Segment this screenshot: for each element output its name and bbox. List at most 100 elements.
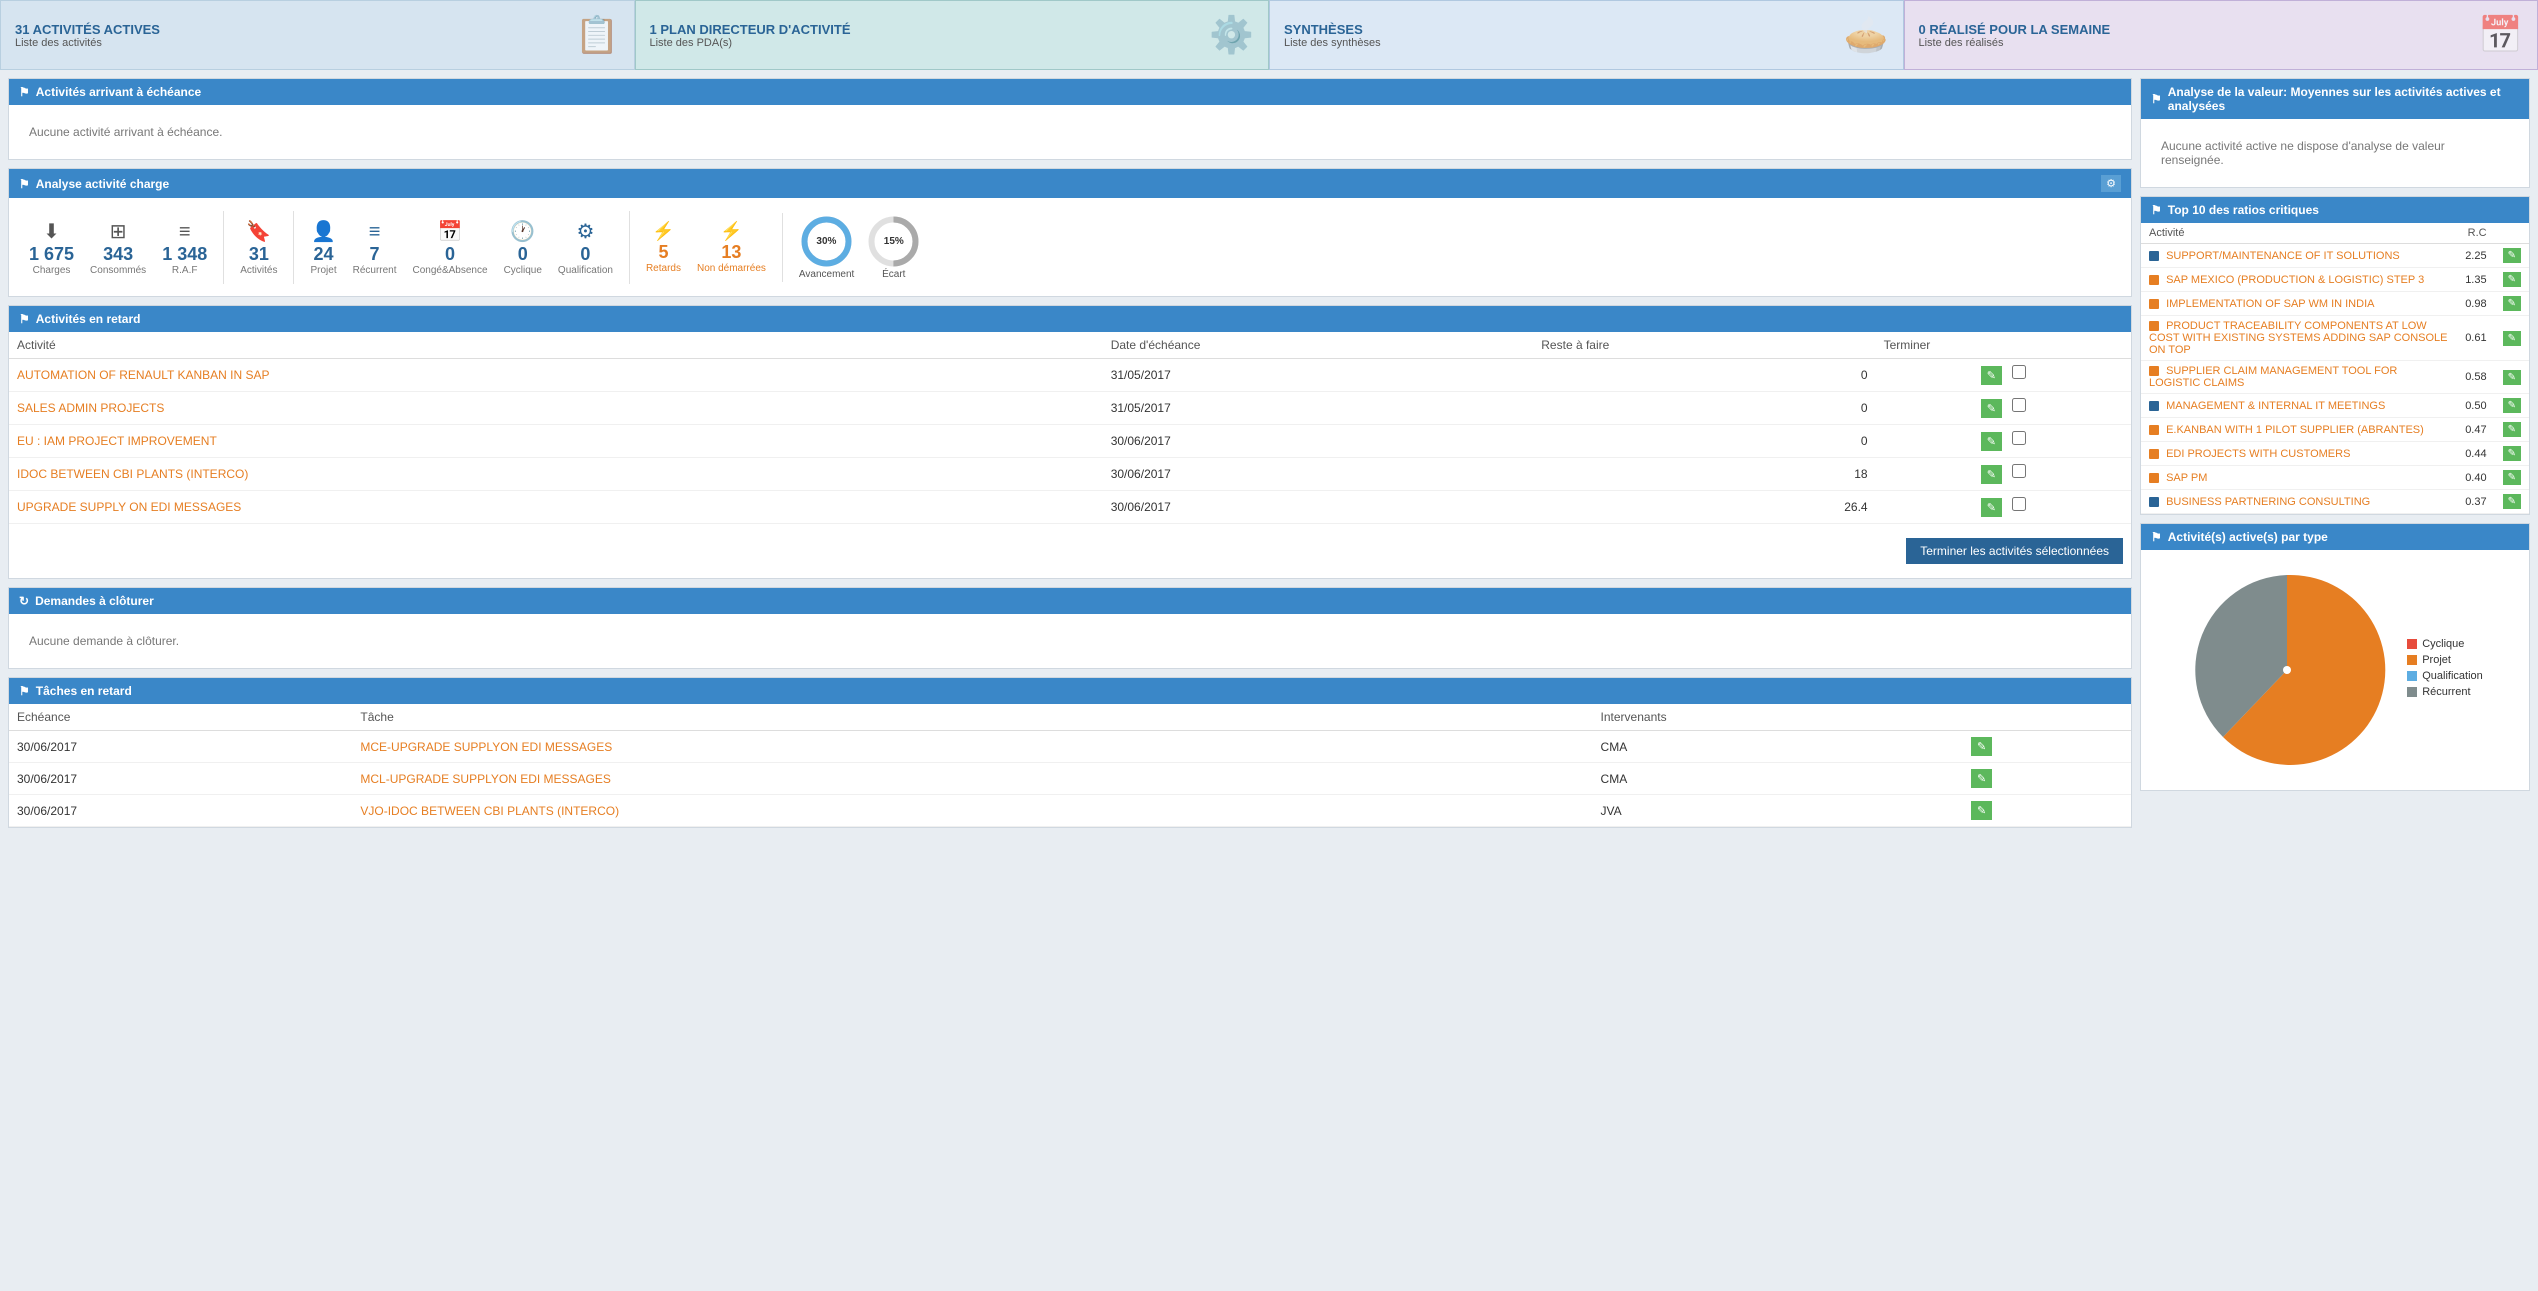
ratio-edit-btn[interactable]: ✎	[2503, 494, 2521, 509]
col-intervenants: Intervenants	[1593, 704, 1963, 731]
stat-group-activites: 🔖 31 Activités	[224, 211, 294, 284]
top-card-activites[interactable]: 31 ACTIVITÉS ACTIVES Liste des activités…	[0, 0, 635, 70]
gear-icon: ⚙	[558, 219, 613, 244]
edit-btn[interactable]: ✎	[1981, 498, 2002, 517]
tache-edit-btn[interactable]: ✎	[1971, 737, 1992, 756]
ratio-activity-link[interactable]: PRODUCT TRACEABILITY COMPONENTS AT LOW C…	[2149, 320, 2447, 356]
realises-count: 0 RÉALISÉ POUR LA SEMAINE	[1919, 22, 2111, 37]
tache-link[interactable]: MCE-UPGRADE SUPPLYON EDI MESSAGES	[360, 740, 612, 754]
ratio-edit-cell: ✎	[2495, 490, 2529, 514]
conge-lbl: Congé&Absence	[413, 265, 488, 276]
ratio-activity-link[interactable]: SUPPORT/MAINTENANCE OF IT SOLUTIONS	[2166, 250, 2400, 262]
ratio-col-rc: R.C	[2457, 223, 2494, 244]
top-card-realises[interactable]: 0 RÉALISÉ POUR LA SEMAINE Liste des réal…	[1904, 0, 2538, 70]
recurrent-lbl: Récurrent	[353, 265, 397, 276]
panel-valeur-title: Analyse de la valeur: Moyennes sur les a…	[2168, 85, 2519, 113]
ratio-rc-cell: 2.25	[2457, 244, 2494, 268]
ratio-activity-link[interactable]: BUSINESS PARTNERING CONSULTING	[2166, 496, 2370, 508]
tache-action-cell: ✎	[1963, 795, 2131, 827]
tache-edit-btn[interactable]: ✎	[1971, 801, 1992, 820]
syntheses-label: Liste des synthèses	[1284, 37, 1381, 49]
panel-taches-body: Echéance Tâche Intervenants 30/06/2017 M…	[9, 704, 2131, 827]
retard-activite-link[interactable]: UPGRADE SUPPLY ON EDI MESSAGES	[17, 500, 241, 514]
top-card-syntheses[interactable]: SYNTHÈSES Liste des synthèses 🥧	[1269, 0, 1904, 70]
legend-qualification: Qualification	[2407, 670, 2483, 682]
flag-icon: ⚑	[19, 85, 30, 99]
tache-edit-btn[interactable]: ✎	[1971, 769, 1992, 788]
ratio-edit-btn[interactable]: ✎	[2503, 296, 2521, 311]
ratio-activity-link[interactable]: SAP PM	[2166, 472, 2207, 484]
edit-btn[interactable]: ✎	[1981, 465, 2002, 484]
ratio-activity-link[interactable]: MANAGEMENT & INTERNAL IT MEETINGS	[2166, 400, 2385, 412]
panel-retard-header: ⚑ Activités en retard	[9, 306, 2131, 332]
terminer-checkbox[interactable]	[2012, 431, 2026, 445]
terminer-checkbox[interactable]	[2012, 497, 2026, 511]
panel-taches-header: ⚑ Tâches en retard	[9, 678, 2131, 704]
ratio-activity-link[interactable]: SAP MEXICO (PRODUCTION & LOGISTIC) STEP …	[2166, 274, 2424, 286]
ecart-pct: 15%	[884, 236, 904, 248]
panel-by-type-header: ⚑ Activité(s) active(s) par type	[2141, 524, 2529, 550]
legend-label-projet: Projet	[2422, 654, 2451, 666]
panel-demandes-body: Aucune demande à clôturer.	[9, 614, 2131, 668]
edit-btn[interactable]: ✎	[1981, 432, 2002, 451]
ratio-name-cell: SAP PM	[2141, 466, 2457, 490]
ratio-edit-btn[interactable]: ✎	[2503, 398, 2521, 413]
edit-btn[interactable]: ✎	[1981, 366, 2002, 385]
ratio-edit-cell: ✎	[2495, 361, 2529, 394]
flag-icon-type: ⚑	[2151, 530, 2162, 544]
retard-date-cell: 30/06/2017	[1103, 458, 1534, 491]
terminer-checkbox[interactable]	[2012, 398, 2026, 412]
retard-reste-cell: 0	[1533, 392, 1875, 425]
charge-settings-button[interactable]: ⚙	[2101, 175, 2121, 192]
edit-btn[interactable]: ✎	[1981, 399, 2002, 418]
tache-date-cell: 30/06/2017	[9, 795, 352, 827]
avancement-circle: 30%	[799, 214, 854, 269]
stat-group-status: ⚡ 5 Retards ⚡ 13 Non démarrées	[630, 213, 783, 282]
ratio-edit-btn[interactable]: ✎	[2503, 331, 2521, 346]
legend-dot-qualification	[2407, 671, 2417, 681]
flag-icon-valeur: ⚑	[2151, 92, 2162, 106]
ratio-type-icon	[2149, 366, 2159, 376]
terminer-btn[interactable]: Terminer les activités sélectionnées	[1906, 538, 2123, 564]
stat-recurrent: ≡ 7 Récurrent	[353, 221, 397, 276]
stat-group-types: 👤 24 Projet ≡ 7 Récurrent 📅 0 Cong	[294, 211, 629, 284]
panel-demandes-title: Demandes à clôturer	[35, 594, 154, 608]
tache-link[interactable]: MCL-UPGRADE SUPPLYON EDI MESSAGES	[360, 772, 611, 786]
ratio-activity-link[interactable]: SUPPLIER CLAIM MANAGEMENT TOOL FOR LOGIS…	[2149, 365, 2397, 389]
ratio-edit-cell: ✎	[2495, 394, 2529, 418]
ratio-activity-link[interactable]: IMPLEMENTATION OF SAP WM IN INDIA	[2166, 298, 2374, 310]
retard-activite-link[interactable]: IDOC BETWEEN CBI PLANTS (INTERCO)	[17, 467, 248, 481]
ratio-activity-link[interactable]: E.KANBAN WITH 1 PILOT SUPPLIER (ABRANTES…	[2166, 424, 2424, 436]
legend-projet: Projet	[2407, 654, 2483, 666]
tache-name-cell: VJO-IDOC BETWEEN CBI PLANTS (INTERCO)	[352, 795, 1592, 827]
cyclique-val: 0	[504, 244, 542, 265]
retard-activite-link[interactable]: EU : IAM PROJECT IMPROVEMENT	[17, 434, 217, 448]
col-terminer: Terminer	[1876, 332, 2131, 359]
stat-non-demarrees: ⚡ 13 Non démarrées	[697, 221, 766, 274]
tache-row: 30/06/2017 MCL-UPGRADE SUPPLYON EDI MESS…	[9, 763, 2131, 795]
ratio-edit-btn[interactable]: ✎	[2503, 446, 2521, 461]
terminer-checkbox[interactable]	[2012, 464, 2026, 478]
lightning-icon-2: ⚡	[697, 221, 766, 242]
progress-group: 30% Avancement 15%	[783, 206, 937, 288]
clock-icon: 🕐	[504, 219, 542, 244]
ratio-edit-btn[interactable]: ✎	[2503, 470, 2521, 485]
ratio-activity-link[interactable]: EDI PROJECTS WITH CUSTOMERS	[2166, 448, 2350, 460]
ratio-rc-cell: 0.37	[2457, 490, 2494, 514]
retard-activite-link[interactable]: AUTOMATION OF RENAULT KANBAN IN SAP	[17, 368, 270, 382]
ratio-edit-btn[interactable]: ✎	[2503, 422, 2521, 437]
tache-link[interactable]: VJO-IDOC BETWEEN CBI PLANTS (INTERCO)	[360, 804, 619, 818]
ratio-edit-btn[interactable]: ✎	[2503, 370, 2521, 385]
top-card-pda[interactable]: 1 PLAN DIRECTEUR D'ACTIVITÉ Liste des PD…	[635, 0, 1270, 70]
retard-actions-cell: ✎	[1876, 392, 2131, 425]
ratio-edit-btn[interactable]: ✎	[2503, 248, 2521, 263]
ratio-row: PRODUCT TRACEABILITY COMPONENTS AT LOW C…	[2141, 316, 2529, 361]
col-echeance: Echéance	[9, 704, 352, 731]
right-column: ⚑ Analyse de la valeur: Moyennes sur les…	[2140, 78, 2530, 836]
raf-lbl: R.A.F	[162, 265, 207, 276]
ratio-edit-btn[interactable]: ✎	[2503, 272, 2521, 287]
terminer-checkbox[interactable]	[2012, 365, 2026, 379]
projet-val: 24	[310, 244, 336, 265]
ratio-row: SAP PM 0.40 ✎	[2141, 466, 2529, 490]
retard-activite-link[interactable]: SALES ADMIN PROJECTS	[17, 401, 164, 415]
